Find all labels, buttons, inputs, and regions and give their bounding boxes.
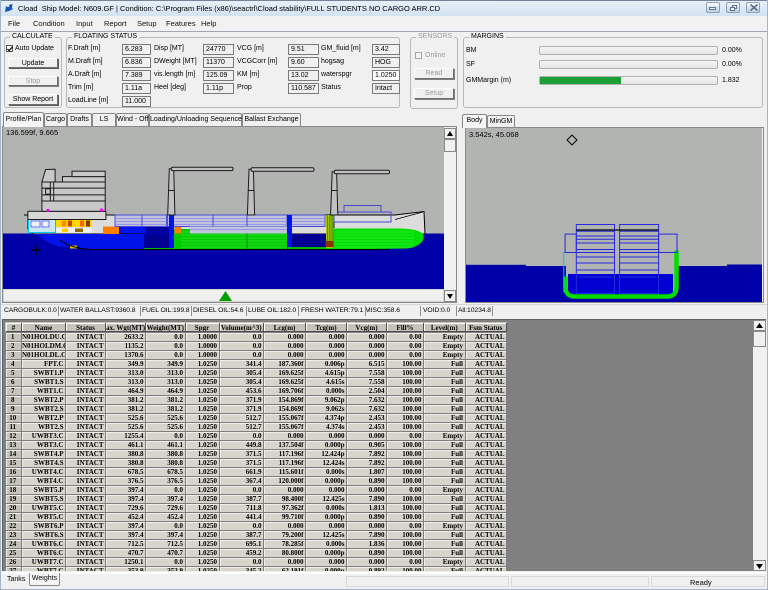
svg-text:136.599f, 9.665: 136.599f, 9.665 (6, 128, 58, 137)
svg-text:3.542s, 45.068: 3.542s, 45.068 (469, 130, 519, 139)
